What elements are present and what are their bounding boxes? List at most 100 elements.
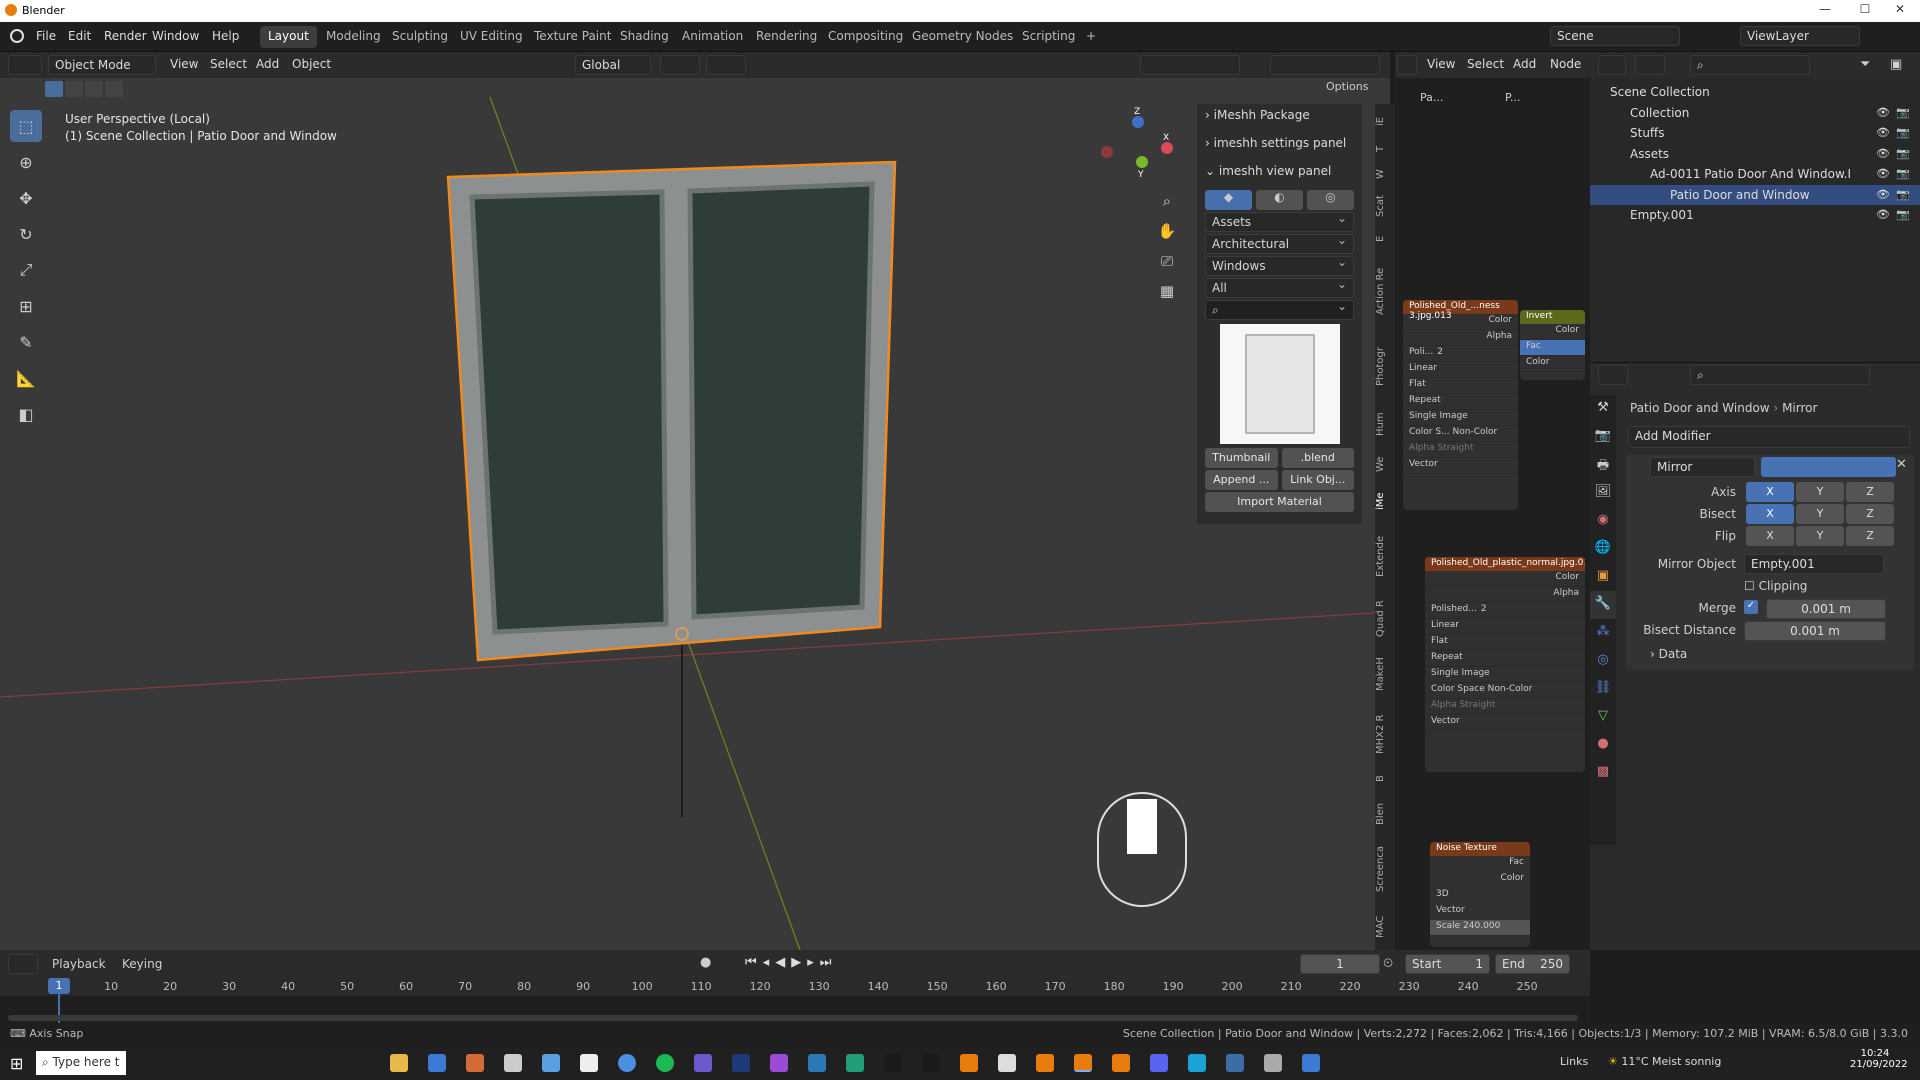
- app-icon-g[interactable]: [960, 1054, 978, 1072]
- outliner-row[interactable]: Empty.001 👁 📷: [1590, 205, 1920, 225]
- output-tab-icon[interactable]: 🖶: [1590, 451, 1616, 479]
- menu-window[interactable]: Window: [152, 29, 199, 43]
- flip-x-toggle[interactable]: X: [1746, 526, 1794, 546]
- end-frame-field[interactable]: End 250: [1495, 954, 1570, 974]
- category-dropdown-all[interactable]: All: [1205, 277, 1354, 298]
- cursor-tool[interactable]: ⊕: [10, 146, 42, 178]
- editor-type-selector[interactable]: [8, 954, 38, 974]
- chrome-icon[interactable]: [618, 1054, 636, 1072]
- measure-tool[interactable]: 📐: [10, 362, 42, 394]
- windows-start-icon[interactable]: ⊞: [10, 1054, 23, 1073]
- select-box-tool[interactable]: ⬚: [10, 110, 42, 142]
- mirror-object-field[interactable]: Empty.001: [1744, 554, 1884, 574]
- tab-e[interactable]: E: [1375, 229, 1395, 249]
- object-tab-icon[interactable]: ▣: [1590, 563, 1616, 591]
- tab-layout[interactable]: Layout: [260, 26, 317, 48]
- weather-widget[interactable]: ☀ 11°C Meist sonnig: [1608, 1055, 1721, 1068]
- app-icon-f[interactable]: [846, 1054, 864, 1072]
- merge-distance-field[interactable]: 0.001 m: [1766, 599, 1886, 619]
- snap-toggle[interactable]: [706, 55, 746, 75]
- pivot-selector[interactable]: [660, 55, 700, 75]
- render-camera-icon[interactable]: 📷: [1896, 167, 1910, 180]
- outliner-row[interactable]: Ad-0011 Patio Door And Window.I 👁 📷: [1590, 164, 1920, 184]
- file-explorer-icon[interactable]: [390, 1054, 408, 1072]
- 3d-viewport[interactable]: Z X Y User Perspective (Local) (1) Scene…: [0, 52, 1390, 950]
- outliner-search-input[interactable]: ⌕: [1690, 55, 1810, 75]
- editor-type-selector[interactable]: [1598, 55, 1626, 75]
- world-tab-icon[interactable]: 🌐: [1590, 535, 1616, 563]
- visibility-eye-icon[interactable]: 👁: [1876, 208, 1890, 221]
- options-menu[interactable]: Options: [1326, 80, 1368, 93]
- node-projection[interactable]: Flat: [1425, 635, 1585, 651]
- shading-modes[interactable]: [1270, 55, 1380, 75]
- category-dropdown-windows[interactable]: Windows: [1205, 255, 1354, 276]
- editor-type-selector[interactable]: [1397, 55, 1417, 75]
- section-imeshh-settings[interactable]: › imeshh settings panel: [1197, 132, 1362, 160]
- app-icon-j[interactable]: [1226, 1054, 1244, 1072]
- axis-z-toggle[interactable]: Z: [1846, 482, 1894, 502]
- vp-menu-view[interactable]: View: [170, 57, 198, 71]
- node-interp[interactable]: Linear: [1425, 619, 1585, 635]
- tab-hum[interactable]: Hum: [1375, 404, 1395, 444]
- materials-mode-icon[interactable]: ◐: [1256, 190, 1303, 210]
- shader-node-editor[interactable]: Polished_Old_...ness 3.jpg.013 Color Alp…: [1395, 52, 1590, 950]
- asset-thumbnail[interactable]: [1219, 324, 1340, 444]
- import-material-button[interactable]: Import Material: [1205, 492, 1354, 512]
- playback-menu[interactable]: Playback: [52, 957, 106, 971]
- image-texture-node-roughness[interactable]: Polished_Old_...ness 3.jpg.013 Color Alp…: [1403, 300, 1518, 510]
- render-camera-icon[interactable]: 📷: [1896, 147, 1910, 160]
- tab-animation[interactable]: Animation: [674, 26, 751, 48]
- visibility-eye-icon[interactable]: 👁: [1876, 188, 1890, 201]
- flip-y-toggle[interactable]: Y: [1796, 526, 1844, 546]
- app-icon-d[interactable]: [770, 1054, 788, 1072]
- app-icon-a[interactable]: [466, 1054, 484, 1072]
- outliner-row[interactable]: Assets 👁 📷: [1590, 144, 1920, 164]
- scale-tool[interactable]: ⤢: [10, 254, 42, 286]
- node-source[interactable]: Single Image: [1403, 410, 1518, 426]
- bisect-z-toggle[interactable]: Z: [1846, 504, 1894, 524]
- outliner-row[interactable]: Collection 👁 📷: [1590, 103, 1920, 123]
- tab-ie[interactable]: iE: [1375, 109, 1395, 134]
- move-tool[interactable]: ✥: [10, 182, 42, 214]
- app-icon-i[interactable]: [1188, 1054, 1206, 1072]
- category-dropdown-architectural[interactable]: Architectural: [1205, 233, 1354, 254]
- playback-controls[interactable]: ⏮◂◀▶▸⏭: [745, 955, 837, 970]
- tab-action-re[interactable]: Action Re: [1375, 254, 1395, 329]
- tab-uv-editing[interactable]: UV Editing: [452, 26, 531, 48]
- thumbnail-button[interactable]: Thumbnail: [1205, 448, 1278, 468]
- render-camera-icon[interactable]: 📷: [1896, 106, 1910, 119]
- tab-mac[interactable]: MAC: [1375, 904, 1395, 949]
- image-texture-node-normal[interactable]: Polished_Old_plastic_normal.jpg.013 Colo…: [1425, 557, 1585, 772]
- taskbar-search-input[interactable]: ⌕ Type here t: [36, 1051, 126, 1075]
- node-image-slot[interactable]: Polished... 2: [1425, 603, 1585, 619]
- assets-mode-icon[interactable]: ◆: [1205, 190, 1252, 210]
- visibility-eye-icon[interactable]: 👁: [1876, 106, 1890, 119]
- start-frame-field[interactable]: Start 1: [1405, 954, 1490, 974]
- modifier-name-input[interactable]: Mirror: [1650, 457, 1755, 477]
- tab-quad-r[interactable]: Quad R: [1375, 594, 1395, 644]
- flip-z-toggle[interactable]: Z: [1846, 526, 1894, 546]
- rotate-tool[interactable]: ↻: [10, 218, 42, 250]
- tab-blen[interactable]: Blen: [1375, 794, 1395, 834]
- vlc-icon[interactable]: [1112, 1054, 1130, 1072]
- menu-file[interactable]: File: [36, 29, 56, 43]
- axis-y-toggle[interactable]: Y: [1796, 482, 1844, 502]
- editor-type-selector[interactable]: [8, 55, 42, 75]
- node-extension[interactable]: Repeat: [1425, 651, 1585, 667]
- blender-taskbar-icon[interactable]: [1036, 1054, 1054, 1072]
- node-menu-add[interactable]: Add: [1513, 57, 1536, 71]
- node-breadcrumb-b[interactable]: P...: [1505, 91, 1520, 104]
- outliner-row[interactable]: Stuffs 👁 📷: [1590, 123, 1920, 143]
- noise-texture-node[interactable]: Noise Texture Fac Color 3D Vector Scale …: [1430, 842, 1530, 947]
- minimize-button[interactable]: —: [1805, 2, 1845, 20]
- node-fac-field[interactable]: Fac: [1520, 340, 1585, 356]
- asset-search-input[interactable]: ⌕: [1205, 299, 1354, 320]
- tab-w[interactable]: W: [1375, 164, 1395, 184]
- tab-scripting[interactable]: Scripting: [1014, 26, 1083, 48]
- link-object-button[interactable]: Link Obj...: [1281, 470, 1354, 490]
- node-menu-node[interactable]: Node: [1550, 57, 1581, 71]
- tab-scat[interactable]: Scat: [1375, 189, 1395, 224]
- blender-active-taskbar-icon[interactable]: [1074, 1054, 1092, 1072]
- menu-edit[interactable]: Edit: [68, 29, 91, 43]
- section-imeshh-view[interactable]: ⌄ imeshh view panel: [1197, 160, 1362, 188]
